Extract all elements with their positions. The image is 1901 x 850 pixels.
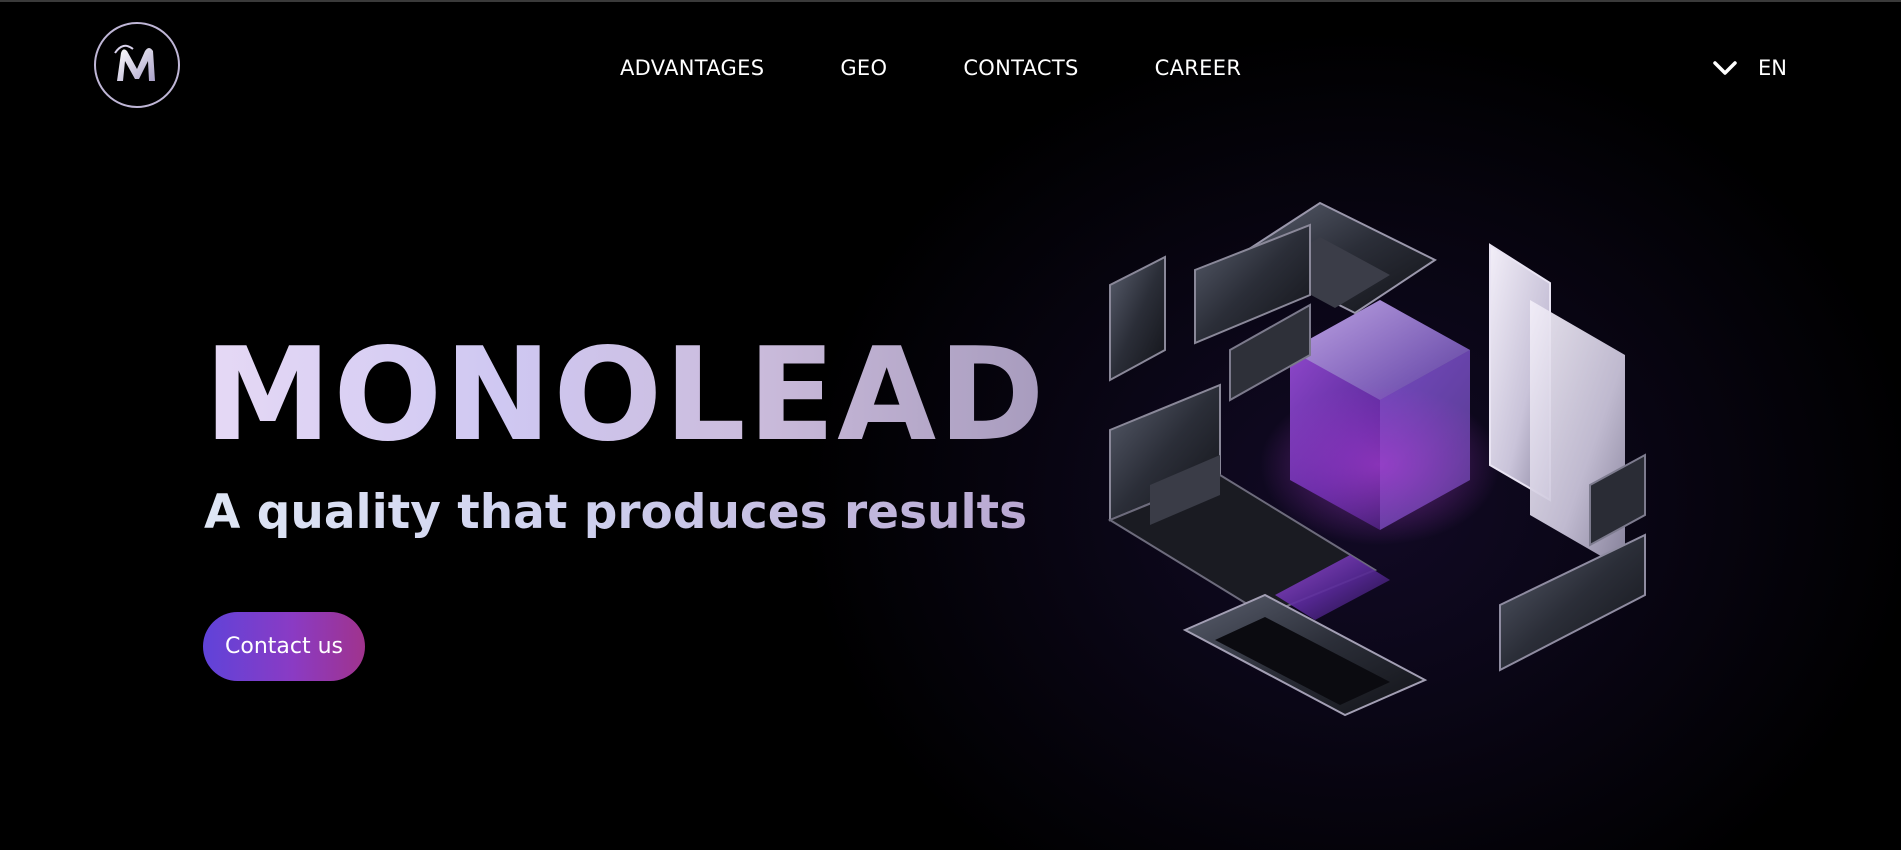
hero-subtitle: A quality that produces results (204, 485, 1028, 540)
nav-geo[interactable]: GEO (840, 56, 887, 80)
nav-career[interactable]: CAREER (1155, 56, 1242, 80)
contact-us-button[interactable]: Contact us (203, 612, 365, 681)
glass-cube-illustration (1107, 201, 1646, 717)
language-switcher[interactable]: EN (1712, 56, 1787, 80)
logo[interactable] (94, 22, 180, 108)
nav-advantages[interactable]: ADVANTAGES (620, 56, 764, 80)
main-nav: ADVANTAGES GEO CONTACTS CAREER (620, 56, 1317, 80)
hero-title: MONOLEAD (204, 321, 1047, 470)
nav-contacts[interactable]: CONTACTS (963, 56, 1078, 80)
language-code[interactable]: EN (1758, 56, 1787, 80)
monolead-logo-icon (114, 44, 155, 81)
top-divider (0, 0, 1901, 2)
chevron-down-icon[interactable] (1712, 59, 1738, 77)
page: ADVANTAGES GEO CONTACTS CAREER EN MONOLE… (0, 0, 1901, 850)
